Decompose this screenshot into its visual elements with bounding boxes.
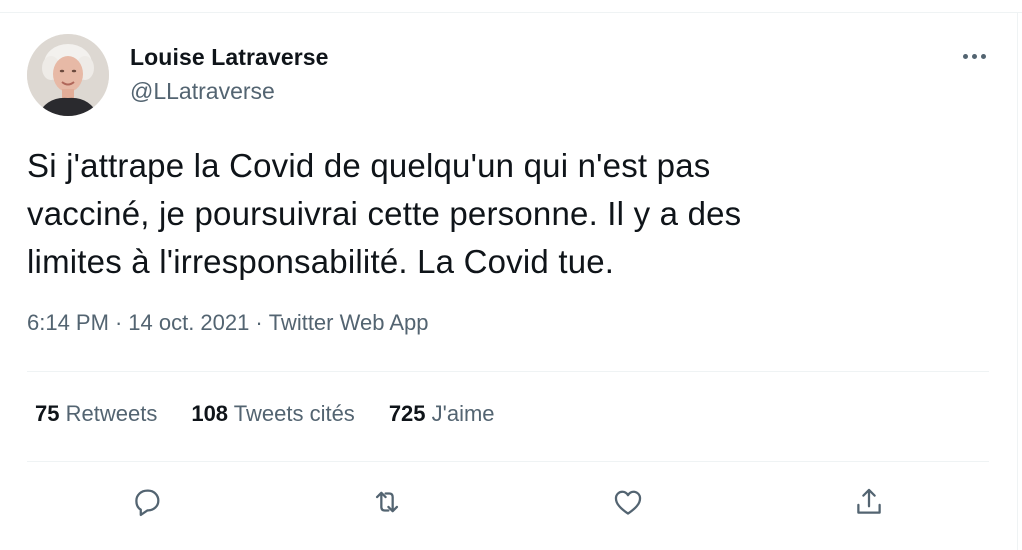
more-dot: [971, 53, 977, 59]
retweets-stat[interactable]: 75 Retweets: [35, 401, 157, 427]
more-dot: [980, 53, 986, 59]
author-handle[interactable]: @LLatraverse: [130, 78, 275, 105]
tweet-source[interactable]: Twitter Web App: [269, 310, 429, 336]
tweet-stats: 75 Retweets 108 Tweets cités 725 J'aime: [35, 401, 495, 427]
quotes-count: 108: [191, 401, 229, 426]
likes-count: 725: [388, 401, 426, 426]
speech-bubble-icon: [135, 489, 160, 517]
likes-label: J'aime: [431, 401, 495, 426]
top-divider: [0, 12, 1022, 13]
tweet-card: Louise Latraverse @LLatraverse Si j'attr…: [0, 0, 1022, 550]
quotes-label: Tweets cités: [233, 401, 355, 426]
tweet-text-line: limites à l'irresponsabilité. La Covid t…: [27, 243, 615, 280]
tweet-time[interactable]: 6:14 PM: [27, 310, 109, 336]
author-display-name[interactable]: Louise Latraverse: [130, 44, 329, 71]
like-button[interactable]: [604, 478, 652, 526]
tweet-actions: [27, 478, 989, 526]
more-dot: [962, 53, 968, 59]
retweet-icon: [375, 491, 399, 513]
meta-separator: ·: [114, 310, 123, 335]
share-button[interactable]: [845, 478, 893, 526]
share-icon: [857, 488, 881, 514]
heart-icon: [614, 490, 642, 515]
actions-top-divider: [27, 461, 989, 462]
tweet-date[interactable]: 14 oct. 2021: [128, 310, 249, 336]
tweet-metadata: 6:14 PM · 14 oct. 2021 · Twitter Web App: [27, 310, 428, 336]
profile-photo-icon: [27, 34, 109, 116]
tweet-text-line: vacciné, je poursuivrai cette personne. …: [27, 195, 742, 232]
avatar[interactable]: [27, 34, 109, 116]
quotes-stat[interactable]: 108 Tweets cités: [191, 401, 354, 427]
retweets-count: 75: [35, 401, 60, 426]
likes-stat[interactable]: 725 J'aime: [389, 401, 495, 427]
tweet-text-line: Si j'attrape la Covid de quelqu'un qui n…: [27, 147, 711, 184]
retweet-button[interactable]: [363, 478, 411, 526]
retweets-label: Retweets: [65, 401, 158, 426]
right-divider: [1017, 12, 1018, 550]
stats-top-divider: [27, 371, 989, 372]
tweet-text: Si j'attrape la Covid de quelqu'un qui n…: [27, 142, 987, 286]
more-options-icon[interactable]: [958, 44, 990, 68]
reply-button[interactable]: [123, 478, 171, 526]
meta-separator: ·: [255, 310, 263, 335]
